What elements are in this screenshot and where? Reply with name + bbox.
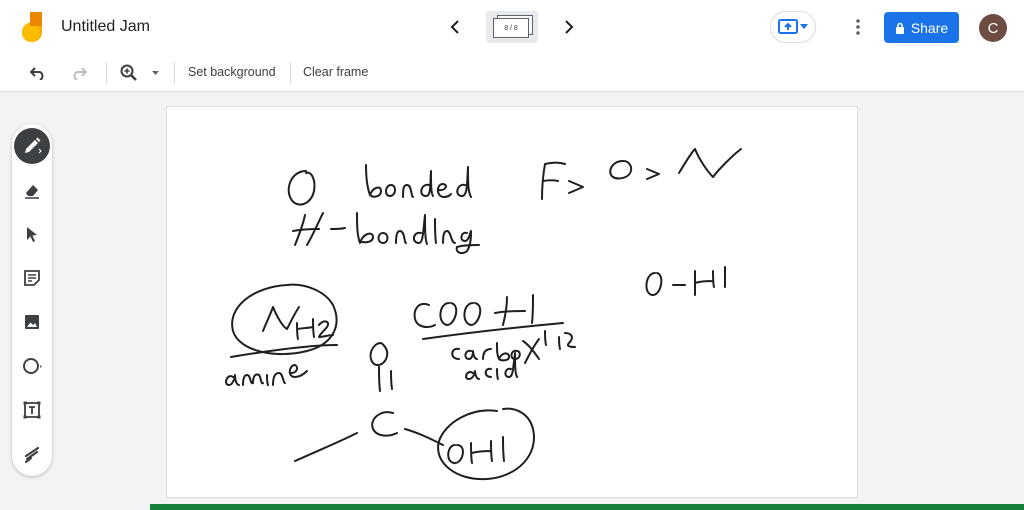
zoom-button[interactable] — [119, 63, 139, 83]
avatar[interactable]: C — [979, 14, 1007, 42]
present-button[interactable] — [770, 11, 816, 43]
toolbar-divider — [174, 62, 175, 84]
set-background-button[interactable]: Set background — [188, 65, 276, 79]
toolbar-divider — [290, 62, 291, 84]
laser-icon — [24, 446, 40, 464]
redo-button[interactable] — [69, 63, 89, 83]
whiteboard-canvas[interactable] — [166, 106, 858, 498]
loading-progress-bar — [150, 504, 1024, 510]
document-title[interactable]: Untitled Jam — [61, 18, 150, 36]
eraser-tool[interactable] — [14, 172, 50, 208]
lock-icon — [895, 22, 904, 34]
image-icon — [25, 315, 39, 329]
jamboard-logo — [22, 12, 42, 42]
present-icon — [778, 19, 798, 34]
laser-tool[interactable] — [14, 436, 50, 472]
redo-icon — [73, 67, 87, 80]
dropdown-arrow-icon — [800, 24, 808, 29]
zoom-in-icon — [120, 64, 137, 81]
more-vert-icon — [856, 19, 860, 35]
chevron-down-icon — [151, 70, 159, 75]
tool-panel — [12, 124, 52, 476]
chevron-right-icon — [565, 20, 574, 34]
undo-button[interactable] — [28, 63, 48, 83]
sticky-note-icon — [24, 270, 40, 286]
next-frame-button[interactable] — [558, 16, 580, 38]
more-options-button[interactable] — [848, 16, 868, 38]
frame-counter: 8 / 8 — [493, 18, 529, 38]
circle-icon — [23, 358, 42, 374]
pen-tool[interactable] — [14, 128, 50, 164]
undo-icon — [30, 67, 44, 80]
top-bar: Untitled Jam 8 / 8 Share C — [0, 0, 1024, 54]
text-box-icon — [23, 401, 41, 419]
toolbar: Set background Clear frame — [0, 54, 1024, 92]
share-label: Share — [910, 19, 949, 36]
text-box-tool[interactable] — [14, 392, 50, 428]
chevron-left-icon — [450, 20, 459, 34]
handwritten-ink — [225, 148, 742, 481]
previous-frame-button[interactable] — [444, 16, 466, 38]
zoom-dropdown[interactable] — [147, 63, 163, 83]
sticky-note-tool[interactable] — [14, 260, 50, 296]
share-button[interactable]: Share — [884, 12, 959, 43]
shape-tool[interactable] — [14, 348, 50, 384]
eraser-icon — [25, 185, 39, 199]
pen-icon — [25, 137, 42, 154]
frame-bar-toggle[interactable]: 8 / 8 — [486, 11, 538, 43]
clear-frame-button[interactable]: Clear frame — [303, 65, 368, 79]
toolbar-divider — [106, 62, 107, 84]
select-icon — [27, 227, 37, 242]
select-tool[interactable] — [14, 216, 50, 252]
image-tool[interactable] — [14, 304, 50, 340]
